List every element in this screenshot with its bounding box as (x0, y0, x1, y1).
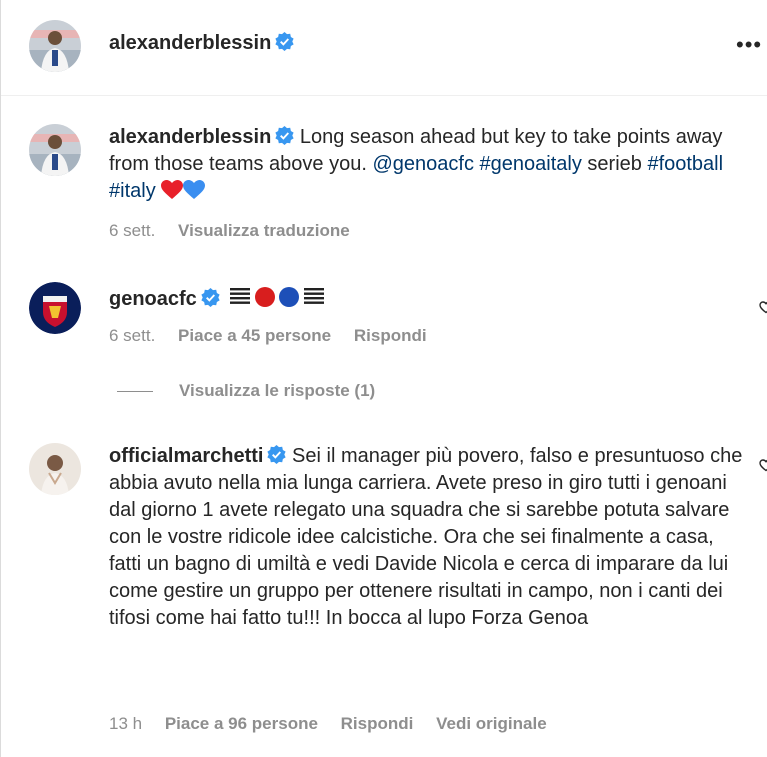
likes-link[interactable]: Piace a 45 persone (178, 326, 331, 345)
like-heart-icon[interactable] (759, 458, 767, 472)
comment-body: Sei il manager più povero, falso e presu… (109, 445, 743, 629)
reply-button[interactable]: Rispondi (341, 714, 414, 733)
comment-time: 6 sett. (109, 326, 156, 345)
translate-link[interactable]: Visualizza traduzione (178, 221, 350, 240)
comment-username[interactable]: genoacfc (109, 288, 197, 310)
avatar[interactable] (29, 20, 81, 72)
verified-badge-icon (275, 32, 294, 51)
hashtag-link[interactable]: #football (647, 153, 723, 175)
comment-text: officialmarchetti Sei il manager più pov… (109, 443, 749, 632)
see-original-button[interactable]: Vedi originale (436, 714, 547, 733)
header-username[interactable]: alexanderblessin (109, 32, 271, 54)
genoacfc-avatar[interactable] (29, 282, 81, 334)
replies-divider (117, 391, 153, 392)
comment-meta: 6 sett. Piace a 45 persone Rispondi (109, 326, 445, 346)
verified-badge-icon (201, 288, 220, 307)
comment-time: 13 h (109, 714, 143, 733)
verified-badge-icon (267, 445, 287, 464)
post-comments-panel: alexanderblessin ••• alexanderblessin Lo… (0, 0, 767, 757)
officialmarchetti-avatar[interactable] (29, 443, 81, 495)
post-header: alexanderblessin ••• (1, 0, 767, 96)
comment-username[interactable]: officialmarchetti (109, 445, 263, 467)
comment-meta: 13 h Piace a 96 persone Rispondi Vedi or… (109, 714, 565, 734)
reply-button[interactable]: Rispondi (354, 326, 427, 345)
view-replies-button[interactable]: Visualizza le risposte (1) (179, 381, 375, 401)
verified-badge-icon (275, 126, 294, 145)
hashtag-link[interactable]: #italy (109, 180, 156, 202)
likes-link[interactable]: Piace a 96 persone (165, 714, 318, 733)
more-options-icon[interactable]: ••• (736, 32, 762, 58)
comment-row: genoacfc (109, 286, 334, 313)
blue-heart-icon (183, 180, 206, 200)
hashtag-link[interactable]: #genoaitaly (480, 153, 582, 175)
like-heart-icon[interactable] (759, 300, 767, 314)
caption-time: 6 sett. (109, 221, 156, 240)
mention-link[interactable]: @genoacfc (372, 153, 473, 175)
flag-emoji-icon (230, 286, 334, 313)
caption-username[interactable]: alexanderblessin (109, 126, 271, 148)
caption-body-2: serieb (587, 153, 642, 175)
caption-meta: 6 sett. Visualizza traduzione (109, 221, 368, 241)
red-heart-icon (161, 180, 184, 200)
caption-text: alexanderblessin Long season ahead but k… (109, 124, 749, 205)
caption-avatar[interactable] (29, 124, 81, 176)
